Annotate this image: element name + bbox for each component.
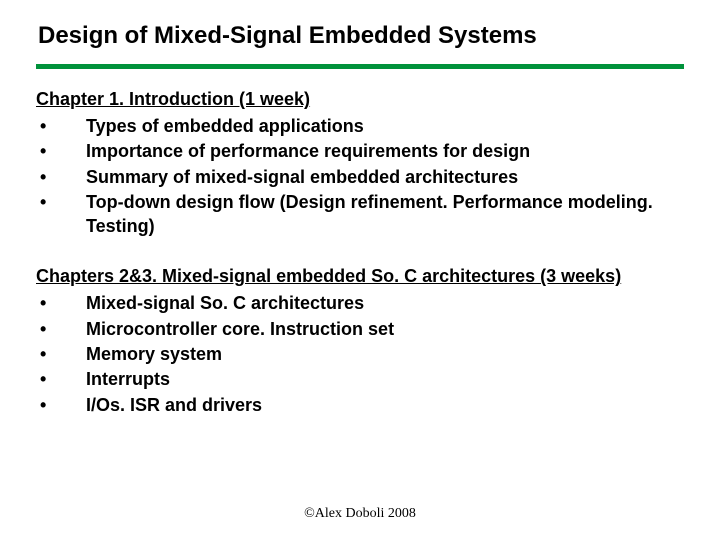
bullet-text: Summary of mixed-signal embedded archite… [86,165,684,189]
bullet-marker: • [36,291,86,315]
bullet-text: Microcontroller core. Instruction set [86,317,684,341]
bullet-marker: • [36,139,86,163]
list-item: • Types of embedded applications [36,114,684,138]
bullet-list: • Mixed-signal So. C architectures • Mic… [36,291,684,416]
list-item: • Summary of mixed-signal embedded archi… [36,165,684,189]
list-item: • I/Os. ISR and drivers [36,393,684,417]
section-2: Chapters 2&3. Mixed-signal embedded So. … [36,266,684,416]
list-item: • Importance of performance requirements… [36,139,684,163]
bullet-marker: • [36,342,86,366]
section-heading: Chapter 1. Introduction (1 week) [36,89,684,110]
list-item: • Mixed-signal So. C architectures [36,291,684,315]
bullet-text: Types of embedded applications [86,114,684,138]
footer-copyright: ©Alex Doboli 2008 [0,506,720,522]
bullet-text: Importance of performance requirements f… [86,139,684,163]
bullet-text: Top-down design flow (Design refinement.… [86,190,684,239]
title-divider [36,64,684,69]
bullet-text: Interrupts [86,367,684,391]
list-item: • Top-down design flow (Design refinemen… [36,190,684,239]
section-heading: Chapters 2&3. Mixed-signal embedded So. … [36,266,684,287]
list-item: • Microcontroller core. Instruction set [36,317,684,341]
list-item: • Interrupts [36,367,684,391]
bullet-marker: • [36,393,86,417]
bullet-marker: • [36,165,86,189]
bullet-marker: • [36,317,86,341]
bullet-list: • Types of embedded applications • Impor… [36,114,684,238]
page-title: Design of Mixed-Signal Embedded Systems [38,22,684,50]
bullet-marker: • [36,190,86,239]
bullet-text: Memory system [86,342,684,366]
list-item: • Memory system [36,342,684,366]
bullet-marker: • [36,114,86,138]
bullet-marker: • [36,367,86,391]
section-1: Chapter 1. Introduction (1 week) • Types… [36,89,684,238]
bullet-text: Mixed-signal So. C architectures [86,291,684,315]
bullet-text: I/Os. ISR and drivers [86,393,684,417]
